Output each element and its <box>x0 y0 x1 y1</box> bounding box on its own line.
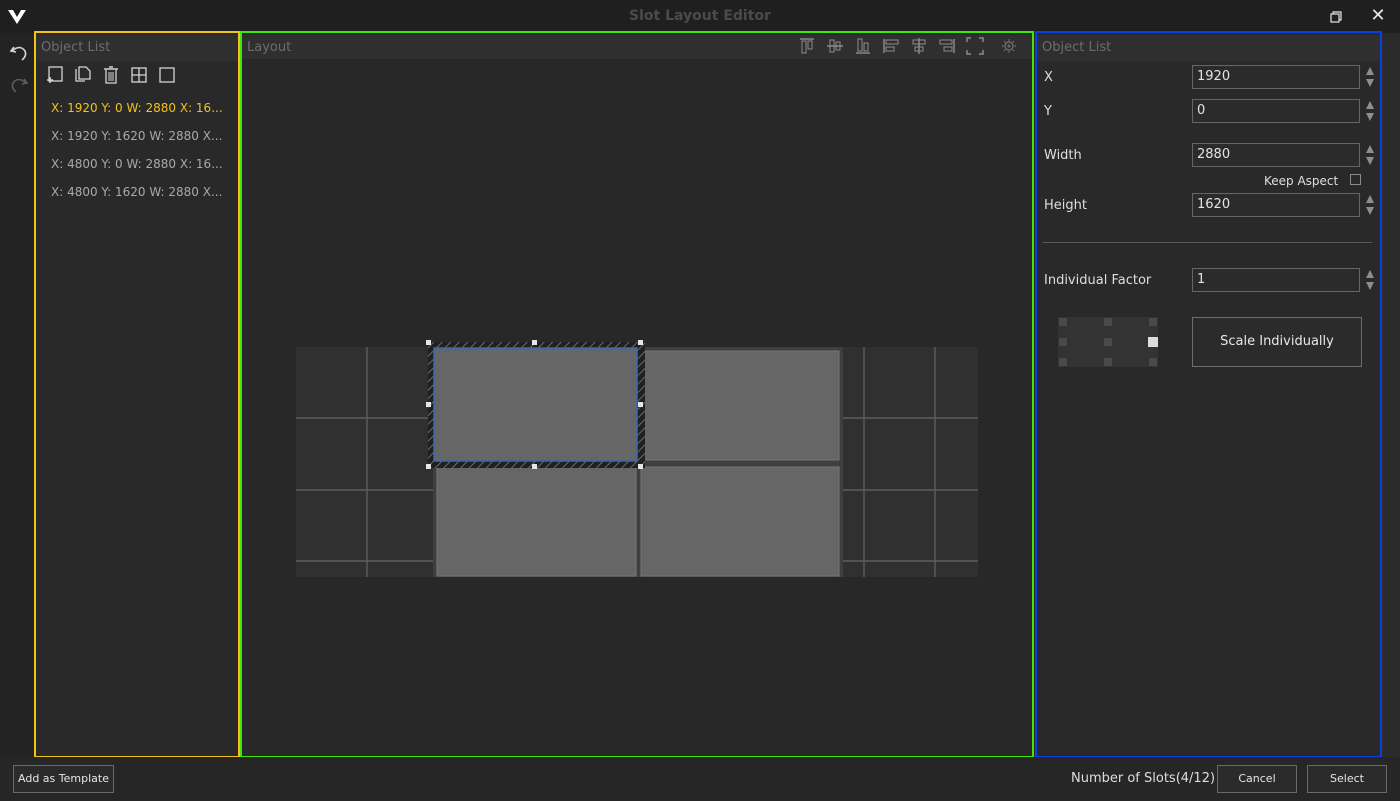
undo-icon[interactable] <box>8 41 30 63</box>
history-toolbar <box>0 33 34 757</box>
individual-factor-spinner[interactable] <box>1364 267 1376 293</box>
scale-individually-button[interactable]: Scale Individually <box>1192 317 1362 367</box>
align-left-icon[interactable] <box>881 37 901 55</box>
object-list-item[interactable]: X: 4800 Y: 0 W: 2880 X: 16... <box>51 157 223 171</box>
bottom-bar: Add as Template Number of Slots(4/12) Ca… <box>0 757 1400 801</box>
keep-aspect-label: Keep Aspect <box>1264 174 1339 188</box>
object-list-header: Object List <box>35 35 239 61</box>
layout-title: Layout <box>247 40 292 55</box>
redo-icon[interactable] <box>8 73 30 95</box>
square-icon[interactable] <box>157 65 177 85</box>
delete-icon[interactable] <box>101 65 121 85</box>
grid-icon[interactable] <box>129 65 149 85</box>
window-title: Slot Layout Editor <box>629 8 771 24</box>
title-bar: Slot Layout Editor ✕ <box>0 0 1400 33</box>
y-field[interactable]: 0 <box>1192 99 1360 123</box>
add-object-icon[interactable] <box>45 65 65 85</box>
select-button[interactable]: Select <box>1307 765 1387 793</box>
copy-icon[interactable] <box>73 65 93 85</box>
settings-icon[interactable] <box>999 37 1019 55</box>
properties-panel: Object List X 1920 Y 0 Width 2880 Keep A… <box>1036 33 1381 757</box>
object-list-item[interactable]: X: 1920 Y: 0 W: 2880 X: 16... <box>51 101 223 115</box>
layout-canvas-svg[interactable] <box>241 59 1033 757</box>
x-field[interactable]: 1920 <box>1192 65 1360 89</box>
individual-factor-field[interactable]: 1 <box>1192 268 1360 292</box>
slot-4[interactable] <box>640 466 840 577</box>
object-list-item[interactable]: X: 4800 Y: 1620 W: 2880 X... <box>51 185 222 199</box>
slot-1-selected[interactable] <box>433 347 638 462</box>
width-field[interactable]: 2880 <box>1192 143 1360 167</box>
cancel-button[interactable]: Cancel <box>1217 765 1297 793</box>
anchor-grid[interactable] <box>1058 317 1158 367</box>
x-label: X <box>1044 70 1053 85</box>
layout-panel: Layout <box>241 33 1033 757</box>
height-label: Height <box>1044 198 1087 213</box>
close-icon[interactable]: ✕ <box>1367 5 1389 26</box>
anchor-selected <box>1148 337 1158 347</box>
slot-2[interactable] <box>638 350 840 461</box>
y-label: Y <box>1044 104 1052 119</box>
restore-icon[interactable] <box>1324 7 1346 27</box>
slot-3[interactable] <box>436 466 637 577</box>
layout-canvas[interactable] <box>241 59 1033 757</box>
keep-aspect-checkbox[interactable] <box>1350 174 1361 185</box>
layout-toolbar <box>797 37 1027 57</box>
width-spinner[interactable] <box>1364 142 1376 168</box>
fit-view-icon[interactable] <box>965 37 985 55</box>
add-as-template-button[interactable]: Add as Template <box>13 765 114 793</box>
height-field[interactable]: 1620 <box>1192 193 1360 217</box>
object-list-panel: Object List X: 1920 Y: 0 W: 2880 X: 16..… <box>35 33 239 757</box>
individual-factor-label: Individual Factor <box>1044 273 1152 288</box>
y-spinner[interactable] <box>1364 98 1376 124</box>
align-bottom-icon[interactable] <box>853 37 873 55</box>
align-middle-icon[interactable] <box>825 37 845 55</box>
divider <box>1043 242 1372 243</box>
align-center-icon[interactable] <box>909 37 929 55</box>
slot-count: Number of Slots(4/12) <box>1071 771 1216 786</box>
x-spinner[interactable] <box>1364 64 1376 90</box>
properties-header: Object List <box>1036 35 1381 61</box>
width-label: Width <box>1044 148 1082 163</box>
align-right-icon[interactable] <box>937 37 957 55</box>
object-list-item[interactable]: X: 1920 Y: 1620 W: 2880 X... <box>51 129 222 143</box>
height-spinner[interactable] <box>1364 192 1376 218</box>
align-top-icon[interactable] <box>797 37 817 55</box>
